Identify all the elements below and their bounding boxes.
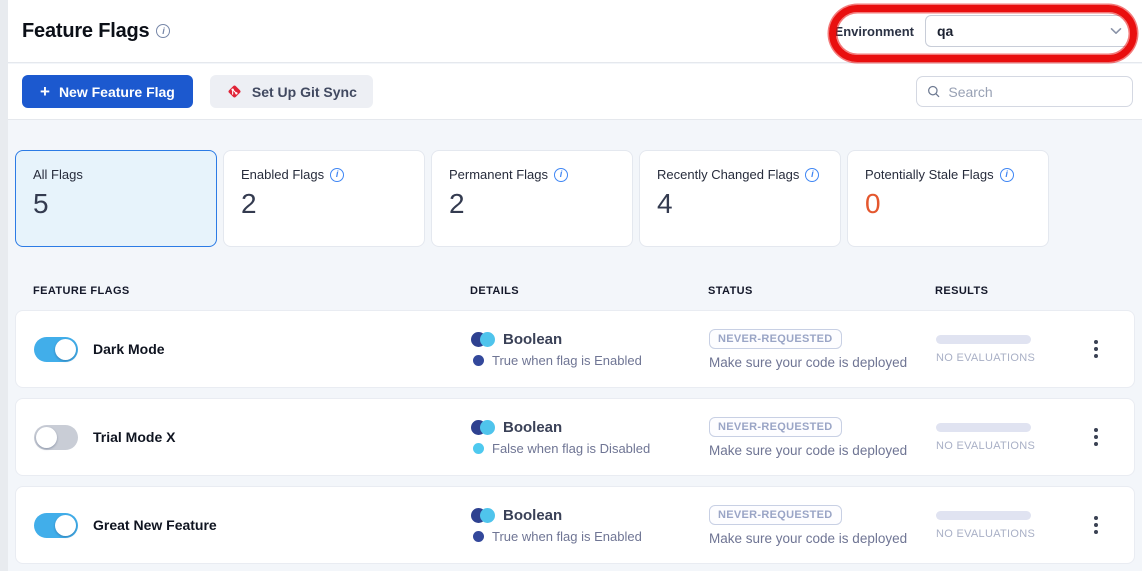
environment-value: qa (937, 23, 953, 39)
flag-name[interactable]: Trial Mode X (93, 429, 175, 445)
plus-icon: + (40, 83, 50, 100)
stat-card-enabled-flags[interactable]: Enabled Flags i 2 (223, 150, 425, 247)
boolean-type-icon (471, 332, 494, 347)
stat-card-recently-changed-flags[interactable]: Recently Changed Flags i 4 (639, 150, 841, 247)
stats-cards-row: All Flags 5 Enabled Flags i 2 Permanent F… (15, 150, 1135, 247)
git-icon (226, 83, 243, 100)
column-header-status: STATUS (708, 285, 935, 297)
evaluations-bar (936, 335, 1031, 344)
flag-toggle[interactable] (34, 337, 78, 362)
stat-card-permanent-flags[interactable]: Permanent Flags i 2 (431, 150, 633, 247)
status-badge: NEVER-REQUESTED (709, 417, 842, 437)
row-menu-button[interactable] (1088, 334, 1104, 364)
new-feature-flag-label: New Feature Flag (59, 84, 175, 100)
boolean-type-icon (471, 420, 494, 435)
boolean-type-icon (471, 508, 494, 523)
rule-text: True when flag is Enabled (492, 353, 642, 368)
info-icon[interactable]: i (554, 168, 568, 182)
search-input[interactable] (948, 84, 1122, 100)
stat-value: 4 (657, 188, 823, 220)
actions-toolbar: + New Feature Flag Set Up Git Sync (8, 64, 1142, 120)
environment-label: Environment (835, 24, 914, 39)
rule-dot-icon (473, 531, 484, 542)
rule-text: False when flag is Disabled (492, 441, 650, 456)
flag-type-label: Boolean (503, 507, 562, 524)
flag-name[interactable]: Great New Feature (93, 517, 217, 533)
title-info-icon[interactable]: i (156, 24, 170, 38)
feature-flags-page: Feature Flags i Environment qa + New Fea… (0, 0, 1142, 571)
flag-type-label: Boolean (503, 419, 562, 436)
stat-value: 2 (449, 188, 615, 220)
status-text: Make sure your code is deployed (709, 531, 936, 546)
rule-text: True when flag is Enabled (492, 529, 642, 544)
status-text: Make sure your code is deployed (709, 443, 936, 458)
page-title: Feature Flags (22, 20, 149, 43)
stat-card-all-flags[interactable]: All Flags 5 (15, 150, 217, 247)
table-header: FEATURE FLAGS DETAILS STATUS RESULTS (15, 272, 1135, 310)
no-evaluations-label: NO EVALUATIONS (936, 440, 1032, 452)
info-icon[interactable]: i (805, 168, 819, 182)
flag-toggle[interactable] (34, 425, 78, 450)
table-row: Trial Mode X Boolean False when flag is … (15, 398, 1135, 476)
window-edge-strip (0, 0, 8, 571)
status-text: Make sure your code is deployed (709, 355, 936, 370)
no-evaluations-label: NO EVALUATIONS (936, 528, 1032, 540)
status-badge: NEVER-REQUESTED (709, 329, 842, 349)
status-badge: NEVER-REQUESTED (709, 505, 842, 525)
no-evaluations-label: NO EVALUATIONS (936, 352, 1032, 364)
new-feature-flag-button[interactable]: + New Feature Flag (22, 75, 193, 108)
environment-selector-group: Environment qa (835, 15, 1133, 47)
stat-label: Enabled Flags (241, 167, 324, 182)
rule-dot-icon (473, 355, 484, 366)
table-row: Great New Feature Boolean True when flag… (15, 486, 1135, 564)
set-up-git-sync-button[interactable]: Set Up Git Sync (210, 75, 373, 108)
stat-label: Permanent Flags (449, 167, 548, 182)
search-icon (927, 84, 940, 99)
page-header: Feature Flags i Environment qa (8, 0, 1142, 63)
row-menu-button[interactable] (1088, 422, 1104, 452)
main-content: All Flags 5 Enabled Flags i 2 Permanent F… (8, 121, 1142, 571)
stat-value: 2 (241, 188, 407, 220)
column-header-feature-flags: FEATURE FLAGS (33, 285, 470, 297)
row-menu-button[interactable] (1088, 510, 1104, 540)
evaluations-bar (936, 423, 1031, 432)
info-icon[interactable]: i (330, 168, 344, 182)
stat-value: 0 (865, 188, 1031, 220)
evaluations-bar (936, 511, 1031, 520)
stat-card-potentially-stale-flags[interactable]: Potentially Stale Flags i 0 (847, 150, 1049, 247)
stat-value: 5 (33, 188, 199, 220)
stat-label: Potentially Stale Flags (865, 167, 994, 182)
table-row: Dark Mode Boolean True when flag is Enab… (15, 310, 1135, 388)
toggle-knob (36, 427, 57, 448)
flag-toggle[interactable] (34, 513, 78, 538)
flag-type-label: Boolean (503, 331, 562, 348)
stat-label: Recently Changed Flags (657, 167, 799, 182)
search-box[interactable] (916, 76, 1133, 107)
rule-dot-icon (473, 443, 484, 454)
environment-dropdown[interactable]: qa (925, 15, 1133, 47)
column-header-results: RESULTS (935, 285, 1117, 297)
info-icon[interactable]: i (1000, 168, 1014, 182)
git-sync-label: Set Up Git Sync (252, 84, 357, 100)
toggle-knob (55, 515, 76, 536)
toggle-knob (55, 339, 76, 360)
stat-label: All Flags (33, 167, 83, 182)
flag-name[interactable]: Dark Mode (93, 341, 165, 357)
column-header-details: DETAILS (470, 285, 708, 297)
chevron-down-icon (1110, 27, 1122, 35)
